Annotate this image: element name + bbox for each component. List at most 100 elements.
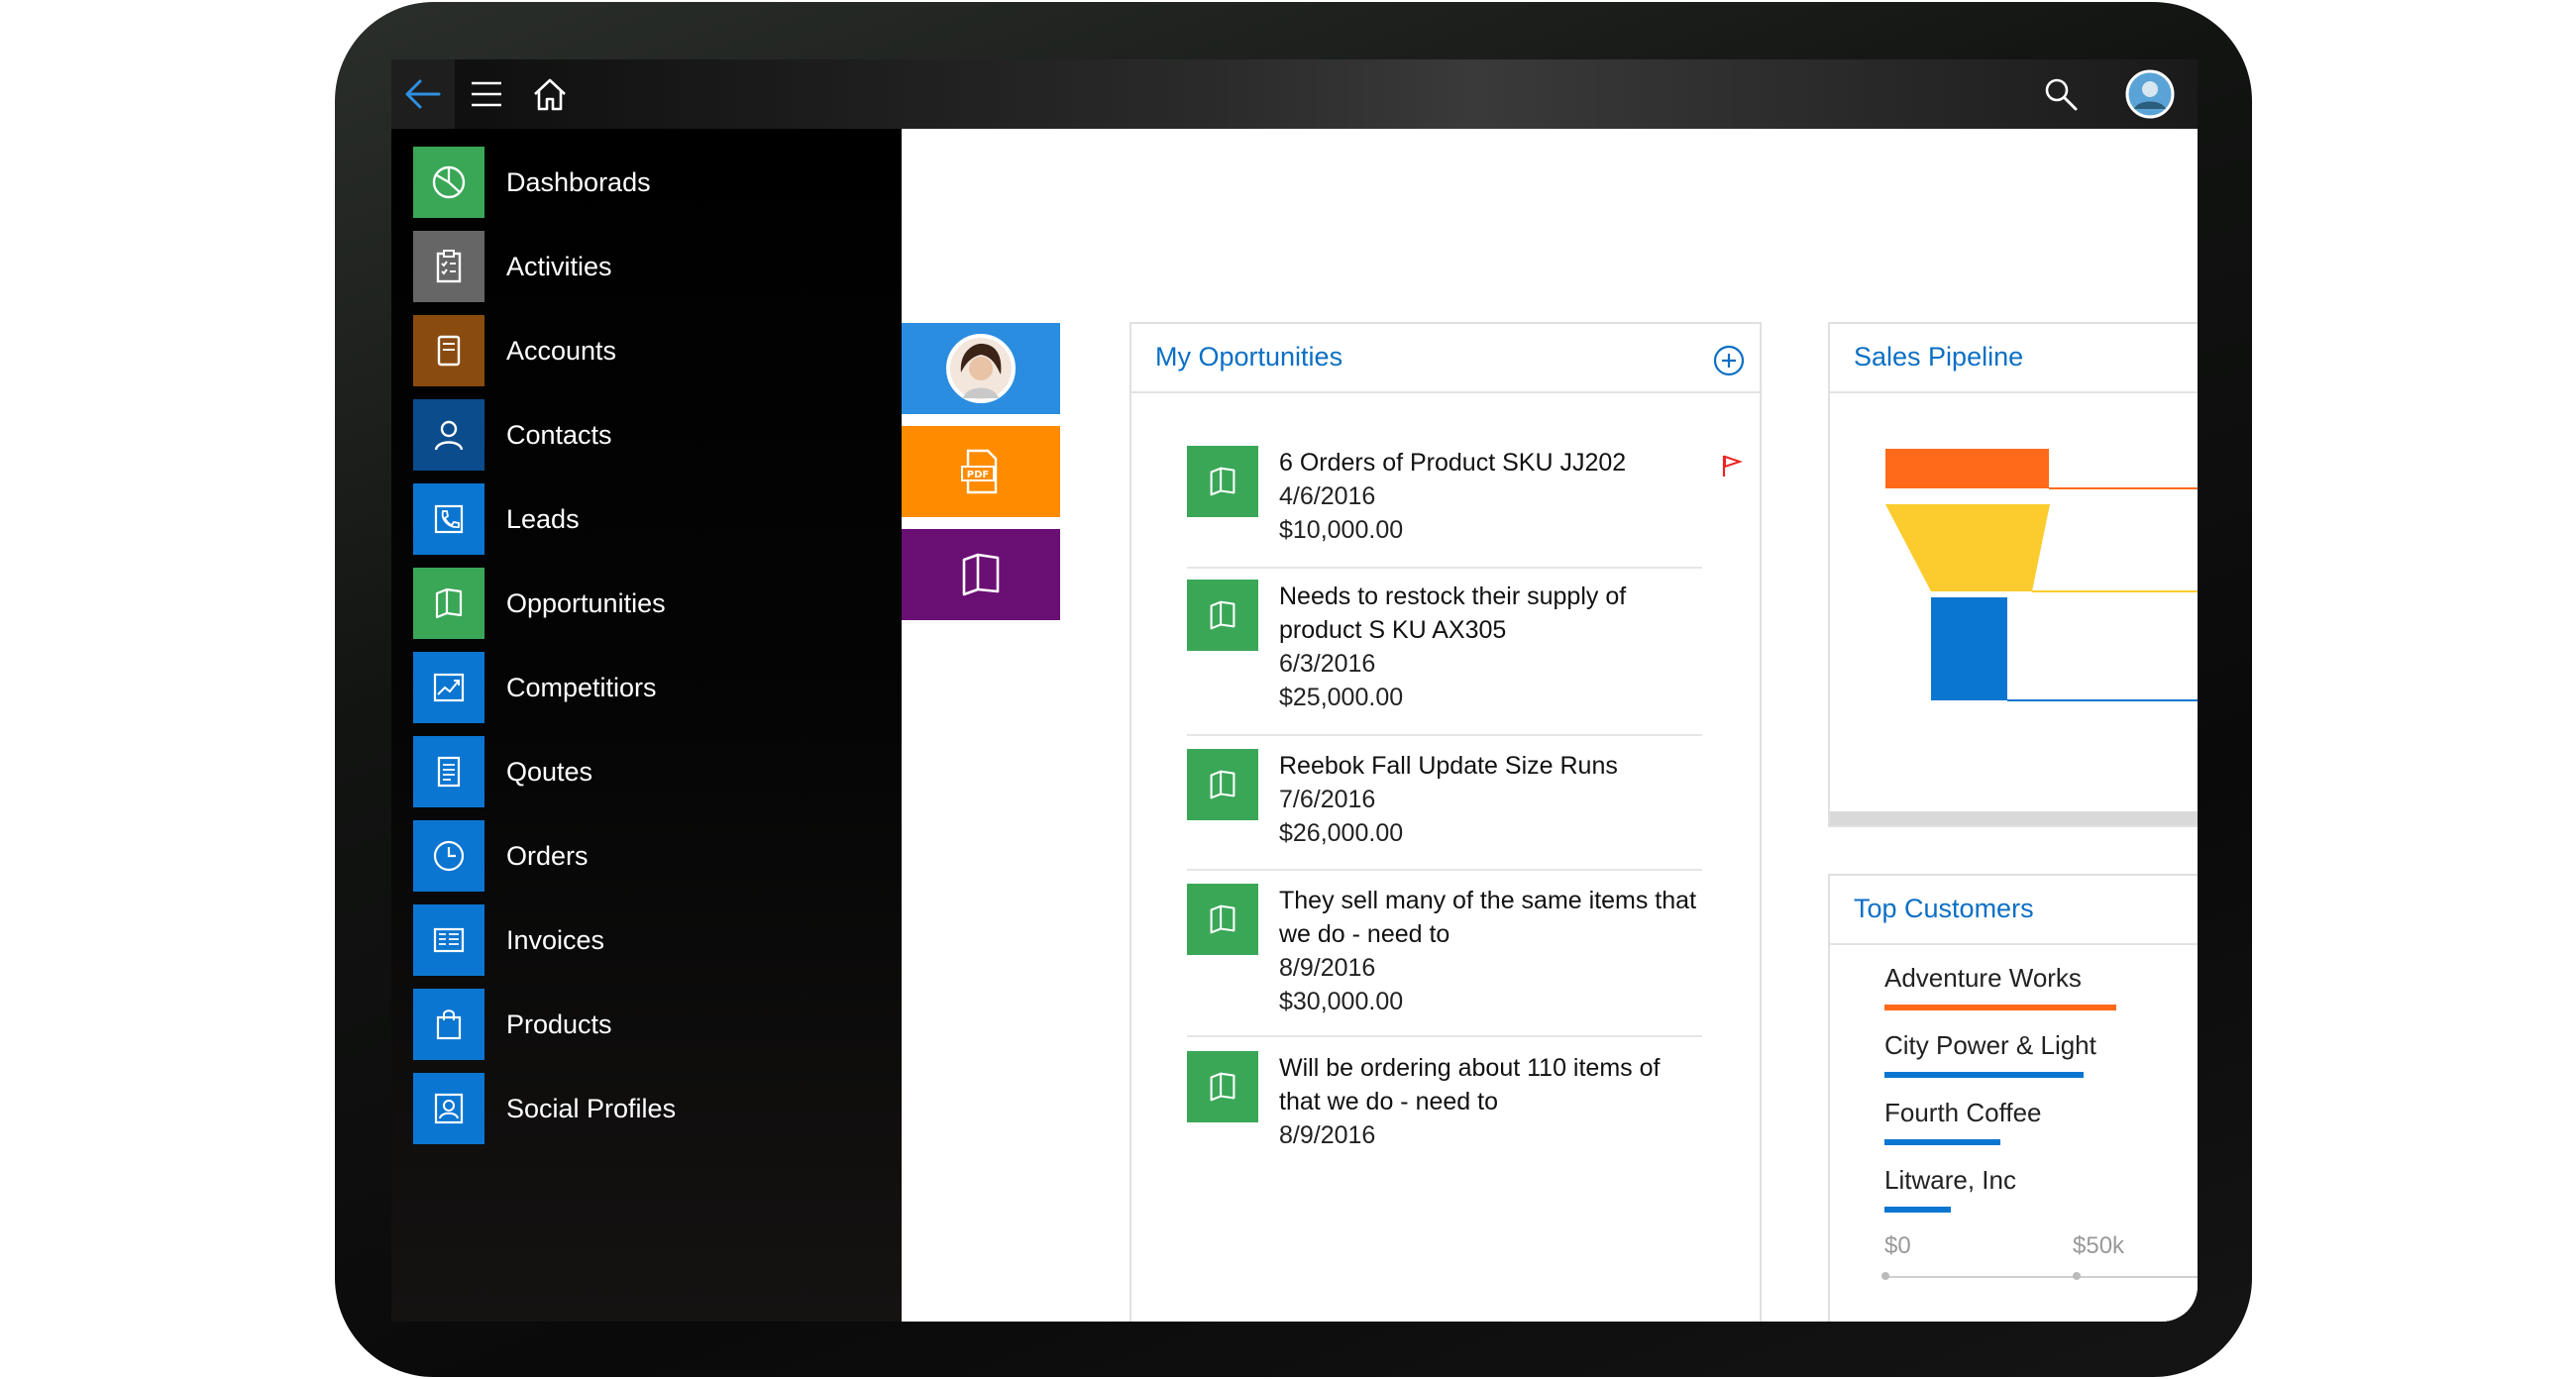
list-item[interactable]: 6 Orders of Product SKU JJ202 4/6/2016 $… — [1187, 446, 1743, 555]
opportunity-title: They sell many of the same items that we… — [1279, 887, 1697, 948]
customer-label: Adventure Works — [1884, 963, 2082, 993]
hamburger-icon — [472, 81, 501, 107]
card-title: My Oportunities — [1155, 342, 1343, 371]
nav-item-competitors[interactable]: Competitiors — [413, 652, 889, 723]
divider — [1187, 1035, 1702, 1037]
search-icon — [2045, 78, 2078, 111]
pipeline-stage-3 — [1931, 597, 2007, 700]
back-button[interactable] — [391, 59, 455, 129]
opportunity-tile — [1187, 884, 1258, 955]
menu-button[interactable] — [455, 59, 518, 129]
customer-label: City Power & Light — [1884, 1030, 2096, 1060]
nav-tile — [413, 568, 484, 639]
map-icon — [1210, 600, 1235, 630]
quick-tile-opportunity[interactable] — [902, 529, 1060, 620]
nav-label: Contacts — [506, 419, 612, 450]
nav-tile — [413, 399, 484, 471]
card-footer — [1830, 811, 2198, 825]
invoice-icon — [433, 927, 465, 953]
quick-tile-profile[interactable] — [902, 323, 1060, 414]
nav-label: Accounts — [506, 335, 617, 366]
pdf-icon: PDF — [961, 449, 998, 494]
document-icon — [437, 756, 461, 788]
nav-tile — [413, 652, 484, 723]
nav-label: Invoices — [506, 924, 605, 955]
nav-tile — [413, 483, 484, 555]
axis-tick-label: $50k — [2073, 1232, 2125, 1259]
main-content: PDF My Oportunities 6 Orders of Product … — [902, 129, 2198, 1322]
opportunity-date: 8/9/2016 — [1279, 1121, 1376, 1149]
opportunity-text: Will be ordering about 110 items of that… — [1279, 1051, 1705, 1152]
customer-bar — [1884, 1139, 2000, 1145]
top-customers-card: Top Customers Adventure Works City Power… — [1828, 874, 2198, 1322]
opportunity-title: 6 Orders of Product SKU JJ202 — [1279, 449, 1627, 477]
nav-item-opportunities[interactable]: Opportunities — [413, 568, 889, 639]
divider — [1187, 869, 1702, 871]
map-icon — [1210, 1072, 1235, 1102]
shopping-bag-icon — [436, 1009, 462, 1040]
axis-line — [1884, 1276, 2198, 1278]
avatar-icon — [946, 334, 1016, 403]
opportunity-title: Will be ordering about 110 items of that… — [1279, 1054, 1661, 1115]
list-item[interactable]: They sell many of the same items that we… — [1187, 884, 1702, 1022]
opportunity-text: They sell many of the same items that we… — [1279, 884, 1705, 1018]
svg-text:PDF: PDF — [967, 470, 989, 480]
opportunity-tile — [1187, 580, 1258, 651]
nav-item-products[interactable]: Products — [413, 989, 889, 1060]
opportunity-tile — [1187, 446, 1258, 517]
nav-item-invoices[interactable]: Invoices — [413, 904, 889, 976]
user-avatar-button[interactable] — [2120, 59, 2180, 129]
sales-pipeline-card: Sales Pipeline — [1828, 322, 2198, 827]
nav-label: Leads — [506, 503, 580, 534]
nav-label: Qoutes — [506, 756, 593, 787]
nav-item-activities[interactable]: Activities — [413, 231, 889, 302]
list-item[interactable]: Will be ordering about 110 items of that… — [1187, 1051, 1702, 1160]
profile-card-icon — [434, 1093, 464, 1124]
nav-item-leads[interactable]: Leads — [413, 483, 889, 555]
nav-item-social-profiles[interactable]: Social Profiles — [413, 1073, 889, 1144]
quick-tile-pdf[interactable]: PDF — [902, 426, 1060, 517]
trend-chart-icon — [433, 673, 465, 702]
list-item[interactable]: Needs to restock their supply of product… — [1187, 580, 1702, 711]
opportunity-amount: $10,000.00 — [1279, 516, 1404, 544]
nav-tile — [413, 315, 484, 386]
list-item[interactable]: Reebok Fall Update Size Runs 7/6/2016 $2… — [1187, 749, 1702, 858]
pipeline-stage-2 — [1885, 504, 2050, 591]
nav-item-orders[interactable]: Orders — [413, 820, 889, 892]
nav-label: Orders — [506, 840, 589, 871]
customer-bar — [1884, 1005, 2116, 1010]
opportunity-date: 4/6/2016 — [1279, 482, 1376, 510]
avatar-icon — [2125, 69, 2175, 119]
customer-label: Fourth Coffee — [1884, 1098, 2042, 1127]
ledger-icon — [437, 335, 461, 367]
nav-item-quotes[interactable]: Qoutes — [413, 736, 889, 807]
nav-item-accounts[interactable]: Accounts — [413, 315, 889, 386]
nav-tile — [413, 736, 484, 807]
pie-chart-icon — [432, 165, 466, 199]
app-screen: Dashborads Activities Accounts Contacts … — [391, 59, 2198, 1322]
divider — [1830, 943, 2198, 945]
add-icon[interactable] — [1712, 344, 1746, 377]
customer-bar — [1884, 1072, 2084, 1078]
nav-item-contacts[interactable]: Contacts — [413, 399, 889, 471]
nav-tile — [413, 231, 484, 302]
search-button[interactable] — [2031, 59, 2091, 129]
axis-tick — [2073, 1272, 2081, 1280]
nav-label: Activities — [506, 251, 612, 281]
nav-tile — [413, 904, 484, 976]
opportunity-amount: $26,000.00 — [1279, 819, 1404, 847]
home-button[interactable] — [518, 59, 582, 129]
clipboard-icon — [436, 250, 462, 283]
sidebar-nav: Dashborads Activities Accounts Contacts … — [391, 129, 902, 1322]
flag-icon[interactable] — [1721, 454, 1743, 477]
map-icon — [1210, 467, 1235, 496]
home-icon — [534, 78, 566, 111]
opportunities-card: My Oportunities 6 Orders of Product SKU … — [1129, 322, 1762, 1322]
nav-tile — [413, 147, 484, 218]
axis-tick-label: $0 — [1884, 1232, 1911, 1259]
nav-tile — [413, 820, 484, 892]
opportunity-title: Needs to restock their supply of product… — [1279, 583, 1627, 644]
opportunity-amount: $25,000.00 — [1279, 684, 1404, 711]
nav-item-dashboards[interactable]: Dashborads — [413, 147, 889, 218]
map-icon — [435, 587, 463, 619]
